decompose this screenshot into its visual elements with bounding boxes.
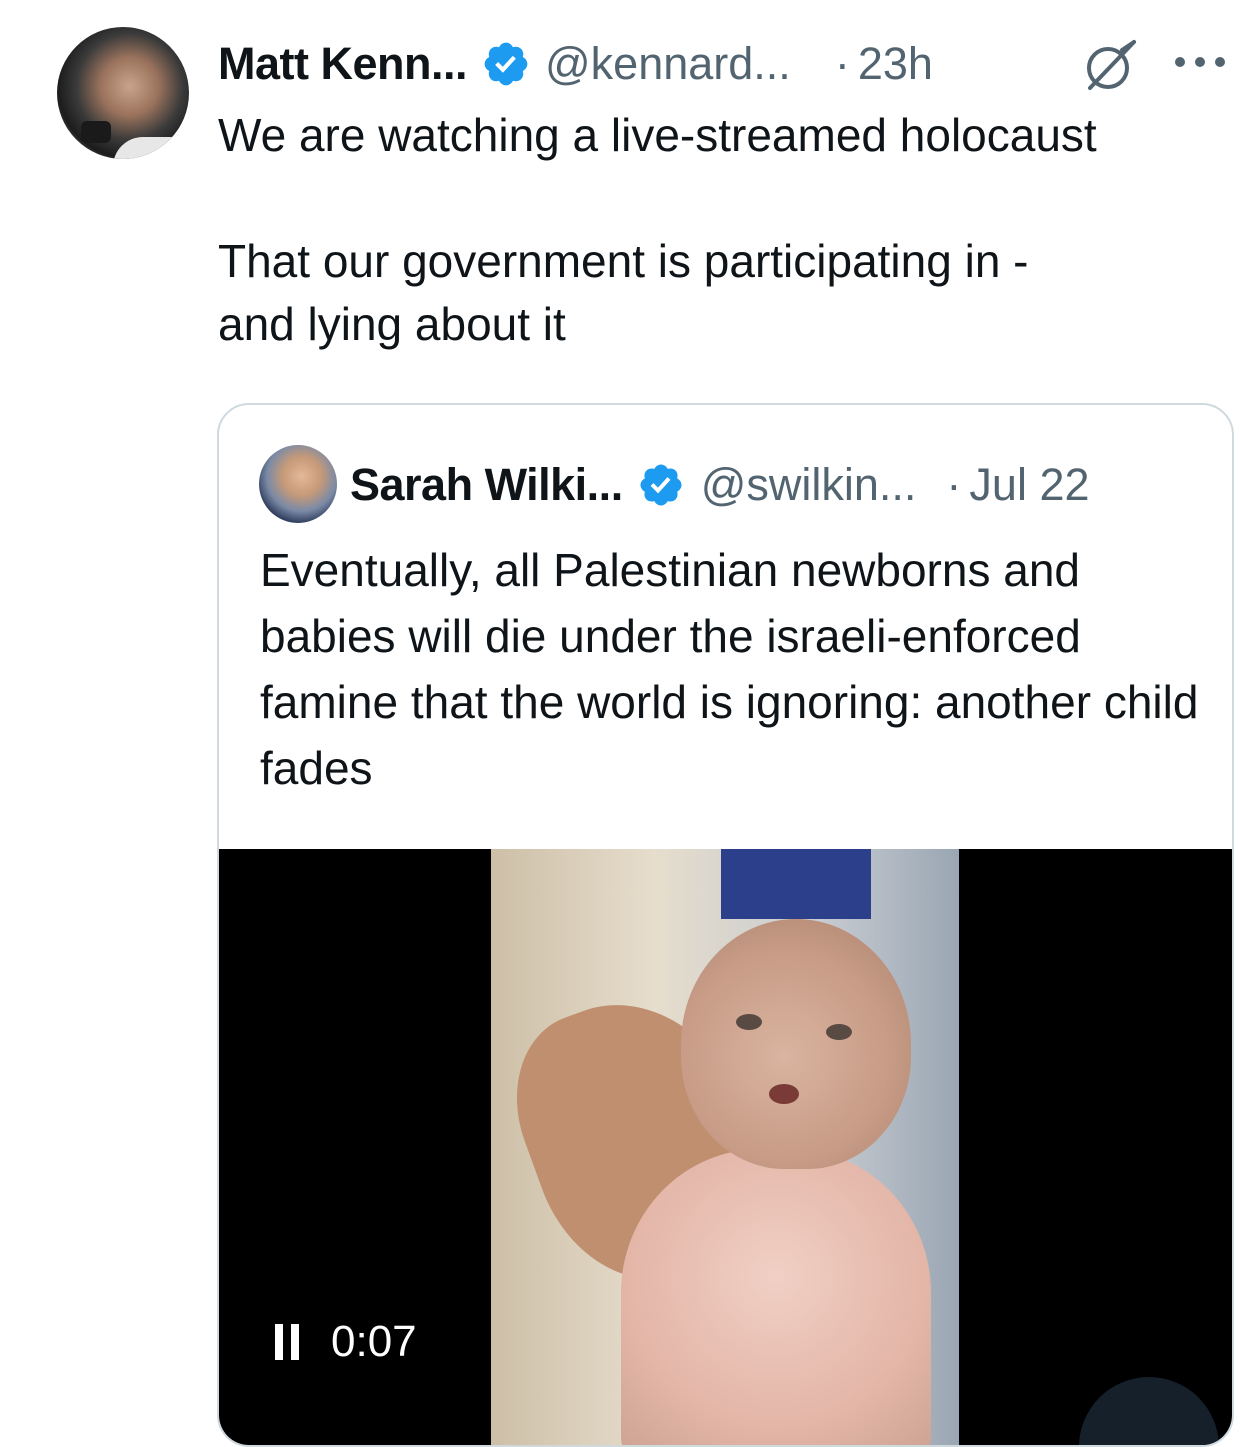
more-options-icon[interactable] xyxy=(1172,50,1228,74)
author-name[interactable]: Matt Kenn... xyxy=(218,38,468,90)
pause-icon[interactable] xyxy=(275,1324,299,1360)
video-child-eye xyxy=(826,1024,852,1040)
video-action-button[interactable] xyxy=(1079,1377,1219,1445)
quoted-tweet-timestamp[interactable]: Jul 22 xyxy=(969,459,1089,511)
video-child-mouth xyxy=(769,1084,799,1104)
video-controls: 0:07 xyxy=(275,1317,417,1367)
video-player[interactable]: 0:07 xyxy=(219,849,1232,1445)
tweet-header: Matt Kenn... @kennard... · 23h xyxy=(218,34,933,94)
separator-dot: · xyxy=(946,459,962,510)
tweet-timestamp[interactable]: 23h xyxy=(858,38,933,90)
grok-icon[interactable] xyxy=(1082,36,1140,94)
video-time: 0:07 xyxy=(331,1317,417,1366)
quoted-author-name[interactable]: Sarah Wilki... xyxy=(350,459,623,511)
avatar-shirt xyxy=(113,137,189,159)
author-handle[interactable]: @kennard... xyxy=(545,38,791,90)
quoted-tweet-text: Eventually, all Palestinian newborns and… xyxy=(260,544,1199,794)
video-child-body xyxy=(621,1149,931,1445)
quoted-author-handle[interactable]: @swilkin... xyxy=(701,459,917,511)
avatar-microphone xyxy=(81,121,111,143)
quoted-author-avatar[interactable] xyxy=(259,445,337,523)
video-background-panel xyxy=(721,849,871,919)
video-child-eye xyxy=(736,1014,762,1030)
video-frame xyxy=(491,849,959,1445)
quoted-tweet[interactable]: Sarah Wilki... @swilkin... · Jul 22 Even… xyxy=(217,403,1234,1447)
video-child-head xyxy=(681,919,911,1169)
author-avatar[interactable] xyxy=(57,27,189,159)
tweet-text: We are watching a live-streamed holocaus… xyxy=(218,109,1097,350)
tweet[interactable]: Matt Kenn... @kennard... · 23h We are wa… xyxy=(0,0,1240,1447)
verified-badge-icon[interactable] xyxy=(481,39,531,89)
verified-badge-icon[interactable] xyxy=(637,461,685,509)
quoted-tweet-header: Sarah Wilki... @swilkin... · Jul 22 xyxy=(350,457,1090,513)
separator-dot: · xyxy=(834,38,850,89)
